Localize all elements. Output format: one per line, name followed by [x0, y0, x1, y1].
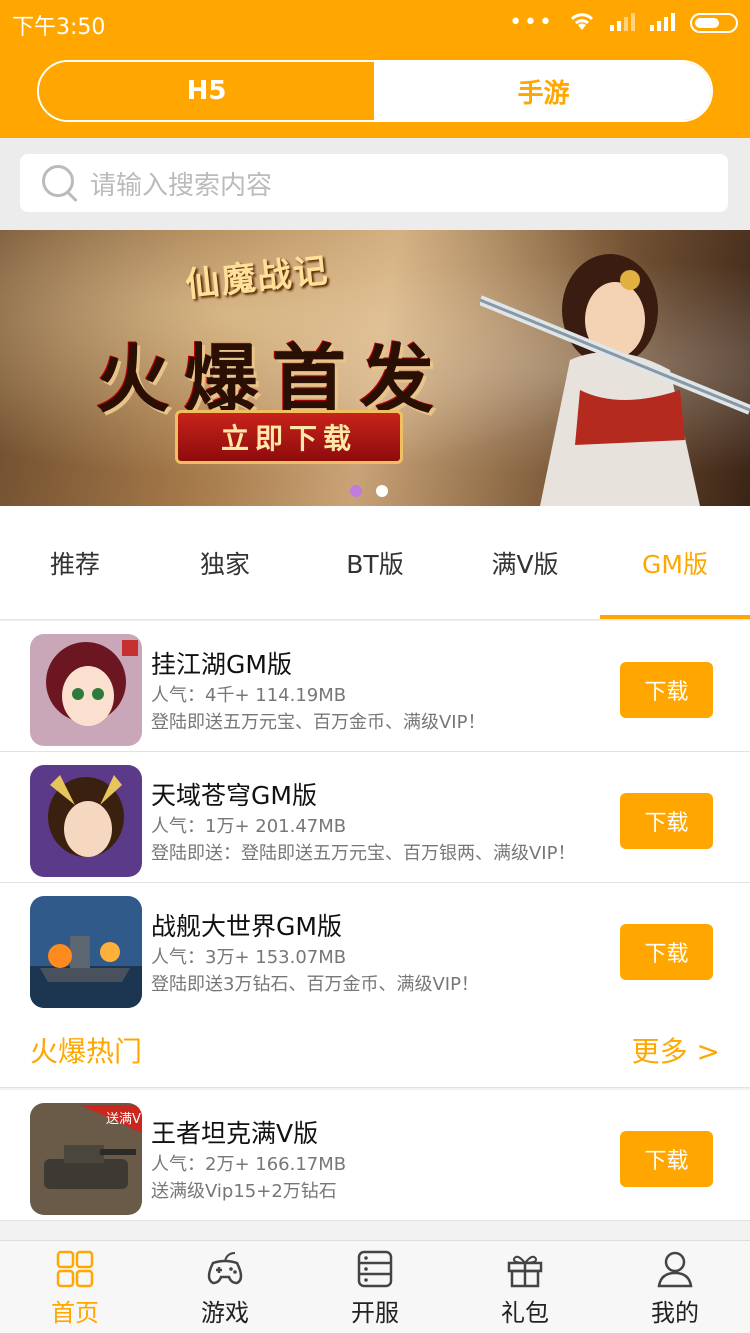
- tab-full-v[interactable]: 满V版: [450, 506, 600, 619]
- platform-switch[interactable]: H5 手游: [37, 60, 713, 122]
- search-input[interactable]: 请输入搜索内容: [20, 154, 728, 212]
- battleship-avatar: [30, 896, 142, 1008]
- tab-exclusive[interactable]: 独家: [150, 506, 300, 619]
- heroine-illustration: [480, 254, 750, 506]
- more-link[interactable]: 更多 >: [632, 1030, 720, 1070]
- signal-icon-2: [650, 11, 676, 35]
- tank-avatar: 送满V: [30, 1103, 142, 1215]
- game-meta: 人气：3万+ 153.07MB: [151, 947, 347, 968]
- nav-label: 开服: [351, 1299, 399, 1327]
- list-item[interactable]: 战舰大世界GM版 人气：3万+ 153.07MB 登陆即送3万钻石、百万金币、满…: [0, 883, 750, 1014]
- nav-label: 我的: [651, 1299, 699, 1327]
- switch-h5[interactable]: H5: [39, 62, 376, 120]
- search-placeholder: 请输入搜索内容: [90, 170, 273, 201]
- download-button[interactable]: 下载: [620, 924, 713, 980]
- tank-badge-text: 送满V: [106, 1112, 141, 1127]
- gamepad-icon: [207, 1252, 243, 1285]
- game-desc: 送满级Vip15+2万钻石: [151, 1181, 337, 1202]
- server-icon: [357, 1250, 393, 1288]
- hot-section-header: 火爆热门 更多 >: [0, 1012, 750, 1088]
- girl-warrior-avatar: [30, 634, 142, 746]
- hot-game-list: 送满V 王者坦克满V版 人气：2万+ 166.17MB 送满级Vip15+2万钻…: [0, 1090, 750, 1221]
- game-name: 挂江湖GM版: [151, 650, 292, 679]
- list-item[interactable]: 挂江湖GM版 人气：4千+ 114.19MB 登陆即送五万元宝、百万金币、满级V…: [0, 621, 750, 752]
- signal-icon: [610, 11, 636, 35]
- search-bar-container: 请输入搜索内容: [0, 138, 750, 230]
- wifi-icon: [568, 10, 596, 36]
- banner-pager: [350, 485, 388, 497]
- pager-dot[interactable]: [376, 485, 388, 497]
- game-list: 挂江湖GM版 人气：4千+ 114.19MB 登陆即送五万元宝、百万金币、满级V…: [0, 621, 750, 1014]
- fairy-girl-avatar: [30, 765, 142, 877]
- switch-mobile-games[interactable]: 手游: [376, 62, 711, 120]
- game-desc: 登陆即送五万元宝、百万金币、满级VIP！: [151, 712, 486, 733]
- gift-icon: [507, 1255, 543, 1288]
- game-meta: 人气：4千+ 114.19MB: [151, 685, 347, 706]
- game-meta: 人气：2万+ 166.17MB: [151, 1154, 347, 1175]
- tab-gm[interactable]: GM版: [600, 506, 750, 619]
- list-item[interactable]: 送满V 王者坦克满V版 人气：2万+ 166.17MB 送满级Vip15+2万钻…: [0, 1090, 750, 1221]
- nav-games[interactable]: 游戏: [150, 1241, 300, 1333]
- download-button[interactable]: 下载: [620, 662, 713, 718]
- game-name: 王者坦克满V版: [151, 1119, 319, 1148]
- user-icon: [657, 1251, 693, 1288]
- category-tabs: 推荐 独家 BT版 满V版 GM版: [0, 506, 750, 620]
- game-name: 战舰大世界GM版: [151, 912, 342, 941]
- download-button[interactable]: 下载: [620, 793, 713, 849]
- nav-profile[interactable]: 我的: [600, 1241, 750, 1333]
- battery-icon: [690, 13, 738, 33]
- list-item[interactable]: 天域苍穹GM版 人气：1万+ 201.47MB 登陆即送：登陆即送五万元宝、百万…: [0, 752, 750, 883]
- tab-recommended[interactable]: 推荐: [0, 506, 150, 619]
- status-icons: •••: [509, 10, 738, 36]
- banner-download-button[interactable]: 立即下载: [175, 410, 403, 464]
- download-button[interactable]: 下载: [620, 1131, 713, 1187]
- more-dots-icon: •••: [509, 10, 554, 35]
- home-grid-icon: [56, 1250, 94, 1288]
- nav-home[interactable]: 首页: [0, 1241, 150, 1333]
- game-meta: 人气：1万+ 201.47MB: [151, 816, 347, 837]
- app-header: 下午3:50 ••• H5 手游: [0, 0, 750, 138]
- game-desc: 登陆即送3万钻石、百万金币、满级VIP！: [151, 974, 479, 995]
- search-icon: [40, 163, 80, 203]
- tab-bt[interactable]: BT版: [300, 506, 450, 619]
- bottom-navigation: 首页 游戏 开服 礼包 我的: [0, 1240, 750, 1333]
- status-bar: 下午3:50 •••: [0, 0, 750, 44]
- nav-servers[interactable]: 开服: [300, 1241, 450, 1333]
- pager-dot-active[interactable]: [350, 485, 362, 497]
- game-name: 天域苍穹GM版: [151, 781, 317, 810]
- section-title: 火爆热门: [30, 1035, 143, 1068]
- nav-label: 首页: [51, 1299, 99, 1327]
- status-time: 下午3:50: [12, 15, 106, 40]
- nav-label: 游戏: [201, 1299, 249, 1327]
- nav-label: 礼包: [501, 1299, 549, 1327]
- game-desc: 登陆即送：登陆即送五万元宝、百万银两、满级VIP！: [151, 843, 576, 864]
- nav-gifts[interactable]: 礼包: [450, 1241, 600, 1333]
- promo-banner[interactable]: 仙魔战记 火爆首发 立即下载: [0, 230, 750, 506]
